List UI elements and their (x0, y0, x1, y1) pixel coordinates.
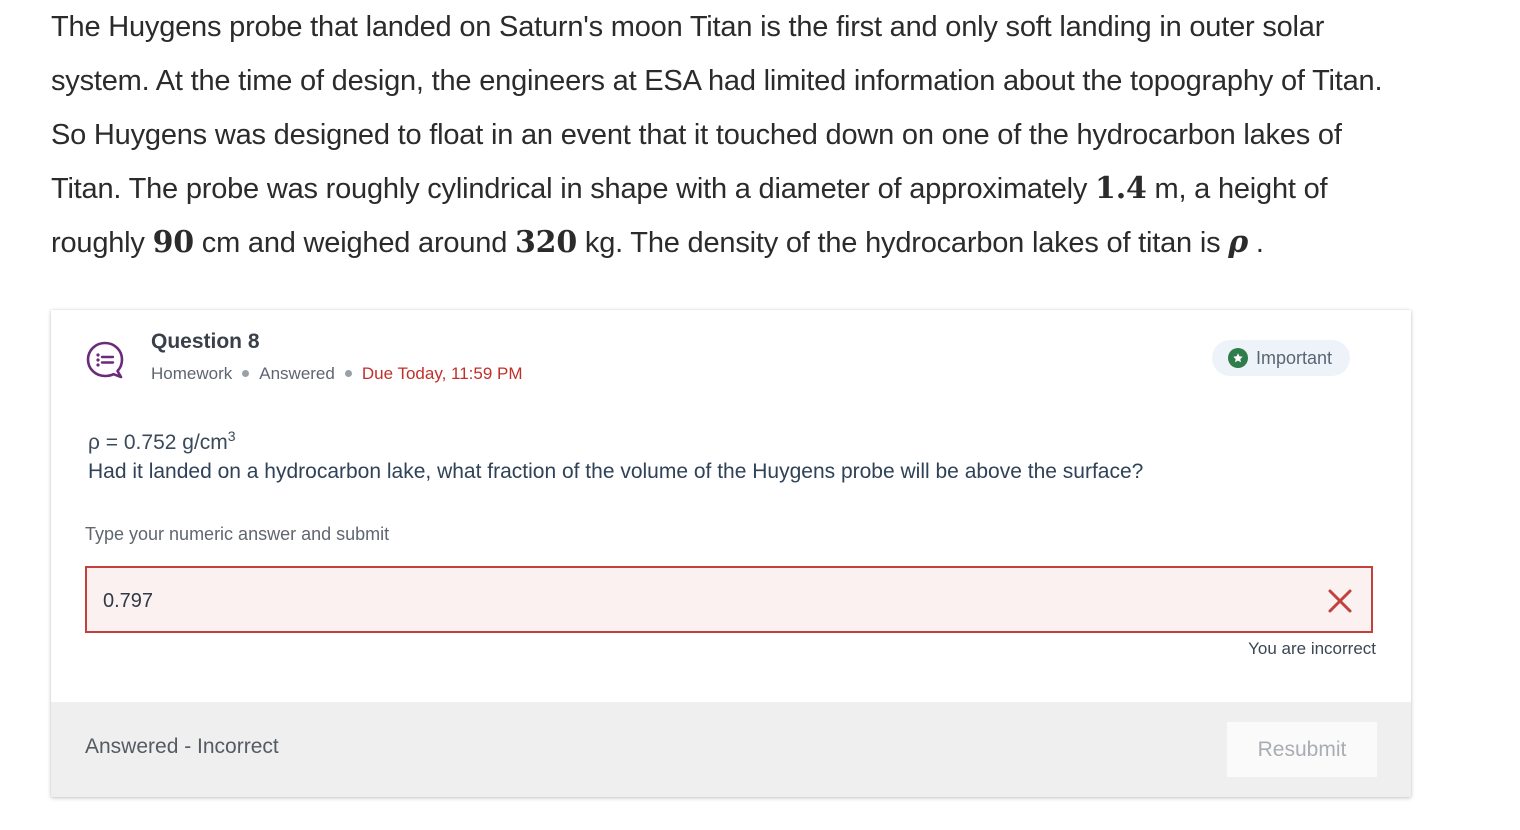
resubmit-button[interactable]: Resubmit (1227, 722, 1377, 777)
passage-text-segment: Titan. The probe was roughly cylindrical… (51, 173, 1096, 205)
passage-line-4: Titan. The probe was roughly cylindrical… (51, 162, 1411, 216)
density-unit-exponent: 3 (227, 428, 236, 444)
passage-line-3: So Huygens was designed to float in an e… (51, 119, 1342, 151)
answer-label: Type your numeric answer and submit (85, 524, 390, 544)
footer-status: Answered - Incorrect (85, 735, 279, 758)
answer-input[interactable]: 0.797 (85, 566, 1373, 633)
question-card: Question 8 Homework Answered Due Today, 11… (51, 310, 1411, 797)
important-badge[interactable]: Important (1212, 340, 1351, 376)
result-message: You are incorrect (1248, 639, 1376, 658)
density-given: ρ = 0.752 g/cm3 (88, 428, 236, 455)
due-date: Due Today, 11:59 PM (361, 364, 523, 383)
passage-text: The Huygens probe that landed on Saturn'… (51, 0, 1411, 270)
density-symbol: ρ (1228, 225, 1248, 260)
density-given-text: ρ = 0.752 g/cm (88, 431, 228, 454)
passage-text-segment: . (1248, 227, 1264, 259)
question-type: Homework (151, 364, 233, 383)
x-icon (1328, 589, 1352, 613)
passage-line-2: system. At the time of design, the engin… (51, 65, 1383, 97)
separator-dot (242, 370, 250, 378)
passage-line-5: roughly 90 cm and weighed around 320 kg.… (51, 216, 1411, 270)
question-footer: Answered - Incorrect Resubmit (51, 702, 1411, 797)
passage-text-segment: cm and weighed around (193, 227, 515, 259)
question-prompt: Had it landed on a hydrocarbon lake, wha… (88, 460, 1144, 483)
passage-line-1: The Huygens probe that landed on Saturn'… (51, 11, 1325, 43)
mass-value: 320 (515, 225, 578, 260)
passage-text-segment: roughly (51, 227, 153, 259)
passage-text-segment: kg. The density of the hydrocarbon lakes… (577, 227, 1229, 259)
question-list-icon (86, 341, 124, 379)
star-icon (1228, 348, 1248, 368)
question-status: Answered (259, 364, 335, 383)
question-title: Question 8 (151, 330, 260, 353)
separator-dot (344, 370, 352, 378)
height-value: 90 (152, 225, 195, 260)
diameter-value: 1.4 (1095, 171, 1147, 206)
passage-text-segment: m, a height of (1146, 173, 1328, 205)
next-paragraph-cutoff (290, 822, 1370, 830)
answer-input-value: 0.797 (103, 590, 154, 612)
important-label: Important (1256, 347, 1333, 368)
question-meta: Homework Answered Due Today, 11:59 PM (151, 364, 523, 384)
